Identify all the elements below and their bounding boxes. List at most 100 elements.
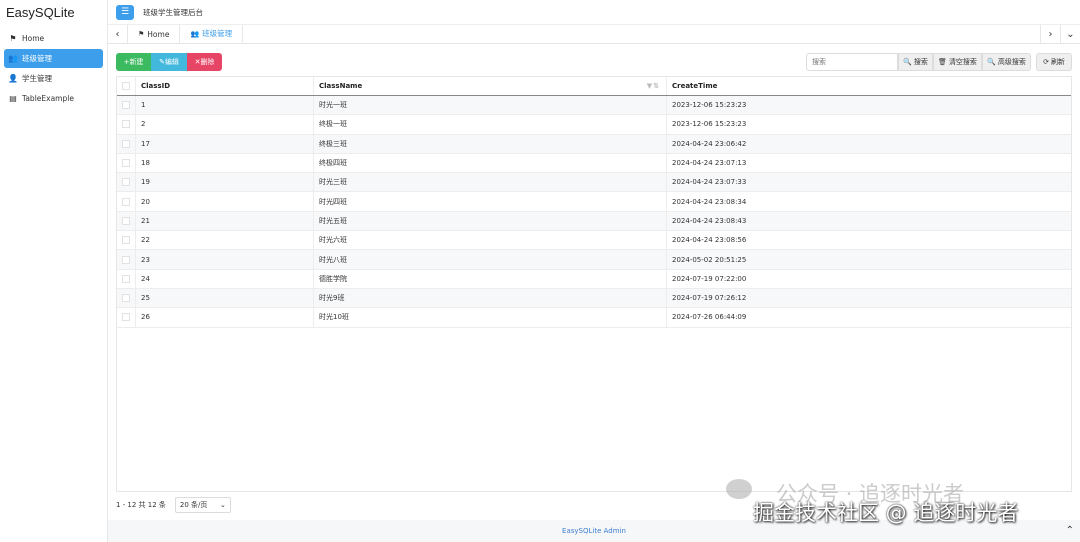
search-icon: 🔍 xyxy=(903,58,912,66)
row-checkbox[interactable] xyxy=(122,313,130,322)
row-select-cell xyxy=(117,115,136,134)
sidebar-item-label: Home xyxy=(22,34,45,43)
new-button[interactable]: + 新建 xyxy=(116,53,151,71)
tab-scroll-right-button[interactable]: › xyxy=(1040,25,1060,43)
table-body: 1 时光一班 2023-12-06 15:23:23 2 终极一班 2023-12-06 … xyxy=(117,96,1071,328)
cell-classid: 2 xyxy=(136,115,314,134)
cell-classname: 时光10班 xyxy=(314,308,667,327)
delete-button[interactable]: ✕ 删除 xyxy=(187,53,222,71)
sidebar-item-student-management[interactable]: 👤 学生管理 xyxy=(4,69,103,88)
cell-classid: 19 xyxy=(136,173,314,192)
clear-search-button[interactable]: 🗑 清空搜索 xyxy=(933,53,982,71)
row-checkbox[interactable] xyxy=(122,178,130,187)
column-header-classid[interactable]: ClassID xyxy=(136,77,314,95)
row-select-cell xyxy=(117,308,136,327)
table-row[interactable]: 18 终极四班 2024-04-24 23:07:13 xyxy=(117,153,1071,174)
tab-class-management[interactable]: 👥 班级管理 xyxy=(180,25,244,43)
cell-createtime: 2023-12-06 15:23:23 xyxy=(672,120,747,129)
tab-home[interactable]: ⚑ Home xyxy=(128,25,181,43)
cell-createtime: 2023-12-06 15:23:23 xyxy=(672,101,747,110)
chevron-right-icon: › xyxy=(1048,28,1053,40)
column-header-createtime[interactable]: CreateTime xyxy=(667,77,1071,95)
flag-icon: ⚑ xyxy=(138,30,145,38)
row-checkbox[interactable] xyxy=(122,101,130,110)
table-row[interactable]: 17 终极三班 2024-04-24 23:06:42 xyxy=(117,134,1071,154)
cell-createtime: 2024-04-24 23:08:34 xyxy=(672,197,747,206)
sidebar-item-class-management[interactable]: 👥 班级管理 xyxy=(4,49,103,68)
table-row[interactable]: 22 时光六班 2024-04-24 23:08:56 xyxy=(117,231,1071,251)
cell-classname: 德胜学院 xyxy=(314,269,667,288)
tab-scroll-left-button[interactable]: ‹ xyxy=(108,25,128,43)
table-row[interactable]: 26 时光10班 2024-07-26 06:44:09 xyxy=(117,308,1071,328)
column-header-label: ClassName xyxy=(319,82,363,90)
tab-dropdown-button[interactable]: ⌄ xyxy=(1060,25,1080,43)
cell-createtime: 2024-04-24 23:08:56 xyxy=(672,236,747,245)
table-header: ClassID ClassName ▼⇅ CreateTime xyxy=(117,77,1071,96)
advanced-search-button[interactable]: 🔍 高级搜索 xyxy=(982,53,1031,71)
sidebar-item-label: TableExample xyxy=(22,94,74,103)
cell-classid: 21 xyxy=(136,211,314,231)
table-row[interactable]: 1 时光一班 2023-12-06 15:23:23 xyxy=(117,96,1071,116)
app-brand: EasySQLite xyxy=(6,5,75,20)
table-row[interactable]: 25 时光9班 2024-07-19 07:26:12 xyxy=(117,288,1071,309)
cell-createtime: 2024-07-26 06:44:09 xyxy=(672,313,747,322)
row-select-cell xyxy=(117,134,136,153)
cell-classid: 22 xyxy=(136,231,314,250)
trash-icon: 🗑 xyxy=(938,58,947,66)
edit-button[interactable]: ✎ 编辑 xyxy=(151,53,187,71)
watermark-line-2: 掘金技术社区 @ 追逐时光者 xyxy=(753,501,1019,525)
row-checkbox[interactable] xyxy=(122,139,130,148)
back-to-top-button[interactable]: ⌃ xyxy=(1066,525,1074,536)
cell-classname: 时光六班 xyxy=(314,231,667,250)
sidebar: EasySQLite ⚑ Home 👥 班级管理 👤 学生管理 ▤ TableE… xyxy=(0,0,108,542)
row-checkbox[interactable] xyxy=(122,197,130,206)
clear-search-label: 清空搜索 xyxy=(948,58,977,66)
column-header-classname[interactable]: ClassName ▼⇅ xyxy=(314,77,667,95)
row-checkbox[interactable] xyxy=(122,294,130,303)
delete-button-label: 删除 xyxy=(200,58,215,66)
refresh-button-label: 刷新 xyxy=(1050,58,1065,66)
cell-classid: 1 xyxy=(136,96,314,115)
toolbar: + 新建 ✎ 编辑 ✕ 删除 🔍 搜索 🗑 清空搜索 🔍 高级搜索 ⟳ 刷新 xyxy=(116,53,1072,71)
page-size-select[interactable]: 20 条/页 ⌄ xyxy=(174,497,231,513)
wechat-logo-icon xyxy=(726,479,752,499)
refresh-icon: ⟳ xyxy=(1043,58,1049,66)
hamburger-icon: ☰ xyxy=(120,7,130,17)
row-checkbox[interactable] xyxy=(122,120,130,129)
table-row[interactable]: 2 终极一班 2023-12-06 15:23:23 xyxy=(117,115,1071,135)
row-select-cell xyxy=(117,173,136,192)
chevron-down-icon: ⌄ xyxy=(1066,28,1075,40)
row-select-cell xyxy=(117,211,136,231)
row-checkbox[interactable] xyxy=(122,216,130,225)
table-row[interactable]: 21 时光五班 2024-04-24 23:08:43 xyxy=(117,211,1071,232)
search-input[interactable] xyxy=(806,53,898,71)
row-checkbox[interactable] xyxy=(122,159,130,168)
filter-sort-icon[interactable]: ▼⇅ xyxy=(647,82,660,90)
refresh-button[interactable]: ⟳ 刷新 xyxy=(1036,53,1072,71)
row-select-cell xyxy=(117,96,136,115)
data-table: ClassID ClassName ▼⇅ CreateTime 1 时光一班 202… xyxy=(116,76,1072,492)
search-button-label: 搜索 xyxy=(913,58,928,66)
select-all-checkbox[interactable] xyxy=(122,82,130,90)
sidebar-item-home[interactable]: ⚑ Home xyxy=(4,29,103,48)
row-checkbox[interactable] xyxy=(122,255,130,264)
table-row[interactable]: 19 时光三班 2024-04-24 23:07:33 xyxy=(117,173,1071,193)
cell-classid: 24 xyxy=(136,269,314,288)
row-select-cell xyxy=(117,153,136,173)
cell-classid: 26 xyxy=(136,308,314,327)
document-icon: ▤ xyxy=(9,94,17,103)
user-icon: 👤 xyxy=(8,74,18,83)
tab-label: Home xyxy=(147,29,170,39)
row-checkbox[interactable] xyxy=(122,274,130,283)
search-button[interactable]: 🔍 搜索 xyxy=(898,53,933,71)
table-row[interactable]: 20 时光四班 2024-04-24 23:08:34 xyxy=(117,192,1071,212)
row-checkbox[interactable] xyxy=(122,236,130,245)
chevron-left-icon: ‹ xyxy=(115,28,120,40)
sidebar-item-table-example[interactable]: ▤ TableExample xyxy=(4,89,103,108)
cell-classname: 时光四班 xyxy=(314,192,667,211)
tab-spacer xyxy=(243,25,1040,43)
menu-toggle-button[interactable]: ☰ xyxy=(116,4,134,20)
table-row[interactable]: 24 德胜学院 2024-07-19 07:22:00 xyxy=(117,269,1071,289)
table-row[interactable]: 23 时光八班 2024-05-02 20:51:25 xyxy=(117,250,1071,270)
page-size-value: 20 条/页 xyxy=(179,501,208,509)
